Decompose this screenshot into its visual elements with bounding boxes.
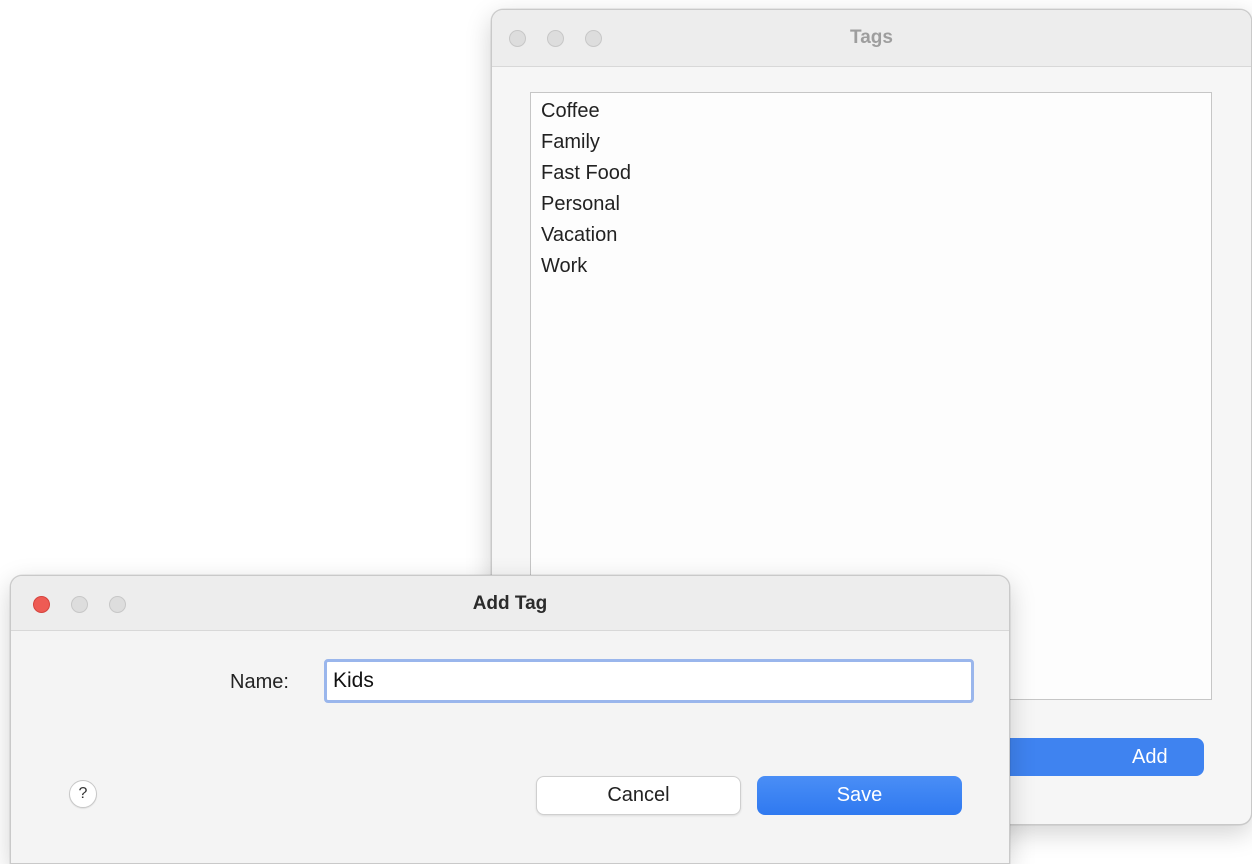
add-button[interactable]: Add xyxy=(1002,738,1204,776)
add-tag-dialog-title: Add Tag xyxy=(472,593,548,614)
list-item[interactable]: Coffee xyxy=(541,96,1211,127)
list-item[interactable]: Personal xyxy=(541,189,1211,220)
cancel-button[interactable]: Cancel xyxy=(536,776,741,815)
list-item[interactable]: Vacation xyxy=(541,220,1211,251)
tags-window-titlebar[interactable]: Tags xyxy=(492,10,1251,67)
save-button[interactable]: Save xyxy=(757,776,962,815)
name-label: Name: xyxy=(230,671,289,693)
list-item[interactable]: Work xyxy=(541,251,1211,282)
add-tag-dialog: Add Tag Name: ? Cancel Save xyxy=(10,575,1010,864)
help-button[interactable]: ? xyxy=(69,780,97,808)
name-input[interactable] xyxy=(324,659,974,703)
tags-window-title: Tags xyxy=(850,27,893,48)
list-item[interactable]: Family xyxy=(541,127,1211,158)
add-tag-dialog-titlebar[interactable]: Add Tag xyxy=(11,576,1009,631)
list-item[interactable]: Fast Food xyxy=(541,158,1211,189)
